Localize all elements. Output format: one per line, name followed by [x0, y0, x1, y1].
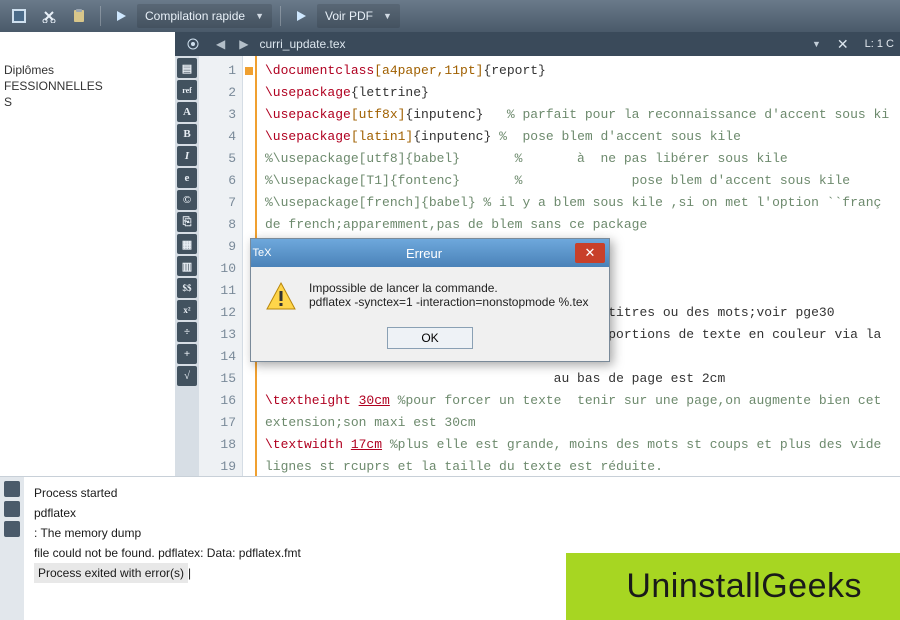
symbol-palette: ▤ ref A B I e © ⎘ ▦ ▥ $$ x² ÷ + √ [175, 56, 199, 476]
palette-button[interactable]: ▥ [177, 256, 197, 276]
cursor-position: L: 1 C [865, 38, 894, 50]
paste-icon[interactable] [66, 4, 92, 28]
structure-outline: Diplômes FESSIONNELLES S [0, 56, 175, 476]
watermark: UninstallGeeks [566, 553, 900, 620]
dialog-title: Erreur [273, 246, 575, 261]
warning-icon [265, 281, 297, 313]
dialog-titlebar[interactable]: TeX Erreur ✕ [251, 239, 609, 267]
separator [100, 6, 101, 26]
run-icon[interactable] [109, 4, 133, 28]
console-button[interactable] [4, 521, 20, 537]
ok-button[interactable]: OK [387, 327, 473, 349]
nav-next-icon[interactable]: ▶ [236, 37, 251, 51]
document-tab-bar: ◀ ▶ curri_update.tex ▼ ✕ L: 1 C [0, 32, 900, 56]
palette-button[interactable]: ÷ [177, 322, 197, 342]
console-button[interactable] [4, 501, 20, 517]
log-line: : The memory dump [34, 523, 890, 543]
palette-button[interactable]: e [177, 168, 197, 188]
console-button[interactable] [4, 481, 20, 497]
palette-button[interactable]: ⎘ [177, 212, 197, 232]
log-line: Process exited with error(s) [34, 563, 188, 583]
palette-button[interactable]: ▤ [177, 58, 197, 78]
line-gutter: 12345678910111213141516171819 [199, 56, 243, 476]
run-view-icon[interactable] [289, 4, 313, 28]
compile-label: Compilation rapide [145, 9, 245, 23]
log-line: Process started [34, 483, 890, 503]
tex-app-icon: TeX [251, 247, 273, 259]
close-tab-icon[interactable]: ✕ [837, 36, 849, 53]
log-line: pdflatex [34, 503, 890, 523]
fold-marker-icon[interactable] [245, 67, 253, 75]
outline-item[interactable]: S [4, 94, 171, 110]
outline-item[interactable]: FESSIONNELLES [4, 78, 171, 94]
outline-item[interactable]: Diplômes [4, 62, 171, 78]
main-toolbar: Compilation rapide ▼ Voir PDF ▼ [0, 0, 900, 32]
palette-button[interactable]: + [177, 344, 197, 364]
chevron-down-icon: ▼ [255, 11, 264, 21]
dialog-text-2: pdflatex -synctex=1 -interaction=nonstop… [309, 295, 589, 309]
compile-dropdown[interactable]: Compilation rapide ▼ [137, 4, 272, 28]
palette-button[interactable]: √ [177, 366, 197, 386]
file-chevron-down-icon[interactable]: ▼ [812, 39, 821, 49]
dialog-text-1: Impossible de lancer la commande. [309, 281, 589, 295]
nav-prev-icon[interactable]: ◀ [213, 37, 228, 51]
console-toolbar [0, 477, 24, 620]
palette-button[interactable]: B [177, 124, 197, 144]
cut-icon[interactable] [36, 4, 62, 28]
palette-button[interactable]: x² [177, 300, 197, 320]
palette-button[interactable]: © [177, 190, 197, 210]
view-dropdown[interactable]: Voir PDF ▼ [317, 4, 400, 28]
palette-button[interactable]: A [177, 102, 197, 122]
palette-button[interactable]: ref [177, 80, 197, 100]
palette-button[interactable]: ▦ [177, 234, 197, 254]
dialog-close-button[interactable]: ✕ [575, 243, 605, 263]
palette-button[interactable]: I [177, 146, 197, 166]
error-dialog: TeX Erreur ✕ Impossible de lancer la com… [250, 238, 610, 362]
active-file-name[interactable]: curri_update.tex [259, 37, 519, 51]
separator [280, 6, 281, 26]
view-label: Voir PDF [325, 9, 373, 23]
outline-header-space [0, 32, 175, 56]
palette-button[interactable]: $$ [177, 278, 197, 298]
tab-menu-icon[interactable] [181, 32, 205, 56]
chevron-down-icon: ▼ [383, 11, 392, 21]
toolbar-button-generic[interactable] [6, 4, 32, 28]
